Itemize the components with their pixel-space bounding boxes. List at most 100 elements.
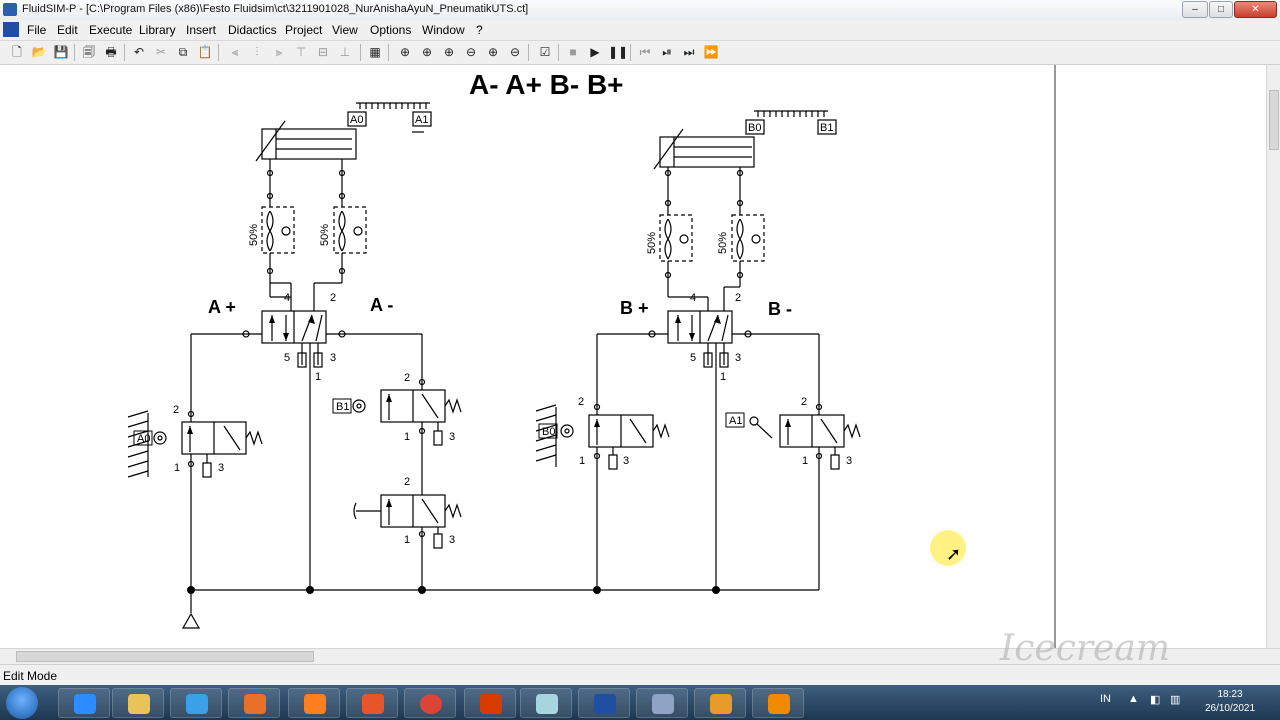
zoom-full-icon[interactable]: ⊕ [396, 44, 414, 61]
title-bar: FluidSIM-P - [C:\Program Files (x86)\Fes… [0, 0, 1280, 21]
port-1-lv-b0: 1 [579, 455, 585, 467]
taskbar-explorer[interactable] [112, 688, 164, 718]
flow-control-valve-a-right [333, 206, 367, 254]
grid-icon[interactable]: ▦ [366, 44, 384, 61]
taskbar-clock[interactable]: 18:23 26/10/2021 [1200, 688, 1260, 716]
tray-app-icon[interactable]: ◧ [1150, 693, 1160, 706]
align-bottom-icon[interactable]: ⊥ [336, 44, 354, 61]
menu-insert[interactable]: Insert [186, 23, 216, 37]
sequence-heading: A- A+ B- B+ [469, 69, 624, 100]
taskbar-notes[interactable] [520, 688, 572, 718]
port-3-start: 3 [449, 534, 455, 546]
zoom-in-icon[interactable]: ⊕ [484, 44, 502, 61]
zoom-last-icon[interactable]: ⊖ [462, 44, 480, 61]
label-a-plus: A + [208, 297, 236, 317]
step-forward-icon[interactable]: ⏭ [680, 44, 698, 61]
align-middle-icon[interactable]: ⊟ [314, 44, 332, 61]
menu-edit[interactable]: Edit [57, 23, 78, 37]
valve-tag-a1: A1 [729, 415, 742, 427]
align-left-icon[interactable]: ⫷ [226, 44, 244, 61]
pause-icon[interactable]: ❚❚ [608, 44, 628, 61]
preview-icon[interactable]: 🗐 [80, 44, 98, 61]
menu-library[interactable]: Library [139, 23, 176, 37]
port-1-a: 1 [315, 371, 321, 383]
port-3-a: 3 [330, 352, 336, 364]
play-icon[interactable]: ▶ [586, 44, 604, 61]
taskbar-screenshot-app[interactable] [346, 688, 398, 718]
clock-date: 26/10/2021 [1204, 703, 1256, 714]
vertical-scrollbar[interactable] [1266, 65, 1280, 648]
taskbar-app-orange[interactable] [228, 688, 280, 718]
toolbar: 🗋 📂 💾 🗐 🖶 ↶ ✂ ⧉ 📋 ⫷ ⫶ ⫸ ⊤ ⊟ ⊥ ▦ ⊕ ⊕ ⊕ ⊖ … [0, 41, 1280, 65]
taskbar-firefox[interactable] [288, 688, 340, 718]
network-icon[interactable]: ▥ [1170, 693, 1180, 706]
open-folder-icon[interactable]: 📂 [30, 44, 48, 61]
menu-execute[interactable]: Execute [89, 23, 132, 37]
print-icon[interactable]: 🖶 [102, 44, 120, 61]
toolbar-divider [558, 44, 559, 61]
tray-expand-icon[interactable]: ▲ [1128, 693, 1139, 705]
fast-forward-icon[interactable]: ⏩ [702, 44, 720, 61]
port-4-b: 4 [690, 292, 696, 304]
port-2-start: 2 [404, 476, 410, 488]
paste-icon[interactable]: 📋 [196, 44, 214, 61]
port-3-lv-b0: 3 [623, 455, 629, 467]
recorder-watermark: Icecream [1000, 628, 1170, 669]
port-3-b: 3 [735, 352, 741, 364]
menu-view[interactable]: View [332, 23, 358, 37]
port-1-lv-a1: 1 [802, 455, 808, 467]
zoom-fit-icon[interactable]: ⊕ [440, 44, 458, 61]
check-drawing-icon[interactable]: ☑ [536, 44, 554, 61]
toolbar-divider [630, 44, 631, 61]
label-a1: A1 [415, 114, 428, 126]
flow-control-valve-b-right [731, 214, 765, 262]
zoom-out-icon[interactable]: ⊖ [506, 44, 524, 61]
label-a0: A0 [350, 114, 363, 126]
taskbar-fluidsim[interactable] [578, 688, 630, 718]
toolbar-divider [74, 44, 75, 61]
vertical-scroll-thumb[interactable] [1269, 90, 1279, 150]
menu-window[interactable]: Window [422, 23, 465, 37]
reset-icon[interactable]: ⏮ [636, 44, 654, 61]
taskbar-monitor-app[interactable] [636, 688, 688, 718]
minimize-button[interactable]: – [1182, 1, 1208, 18]
undo-icon[interactable]: ↶ [130, 44, 148, 61]
toolbar-divider [218, 44, 219, 61]
menu-project[interactable]: Project [285, 23, 322, 37]
start-button[interactable] [6, 687, 38, 719]
taskbar-zoom[interactable] [58, 688, 110, 718]
menu-didactics[interactable]: Didactics [228, 23, 277, 37]
close-button[interactable]: ✕ [1234, 1, 1277, 18]
align-right-icon[interactable]: ⫸ [270, 44, 288, 61]
port-4-a: 4 [284, 292, 290, 304]
horizontal-scroll-thumb[interactable] [16, 651, 314, 662]
cut-icon[interactable]: ✂ [152, 44, 170, 61]
stop-icon[interactable]: ■ [564, 44, 582, 61]
toolbar-divider [360, 44, 361, 61]
flow-control-valve-b-left [659, 214, 693, 262]
zoom-window-icon[interactable]: ⊕ [418, 44, 436, 61]
menu-help[interactable]: ? [476, 23, 483, 37]
copy-icon[interactable]: ⧉ [174, 44, 192, 61]
align-top-icon[interactable]: ⊤ [292, 44, 310, 61]
toolbar-divider [528, 44, 529, 61]
taskbar-chrome[interactable] [404, 688, 456, 718]
maximize-button[interactable]: □ [1209, 1, 1233, 18]
menu-options[interactable]: Options [370, 23, 411, 37]
new-file-icon[interactable]: 🗋 [8, 44, 26, 61]
step-icon[interactable]: ⏯ [658, 44, 676, 61]
menu-file[interactable]: File [27, 23, 46, 37]
festo-document-icon[interactable] [3, 22, 19, 37]
valve-tag-b1: B1 [336, 401, 349, 413]
taskbar-vlc[interactable] [752, 688, 804, 718]
valve-tag-b0: B0 [542, 426, 555, 438]
circuit-canvas[interactable]: A- A+ B- B+ A + A - B + B - A0 A1 B0 B1 … [0, 65, 1266, 648]
port-3-lv-a1: 3 [846, 455, 852, 467]
mouse-pointer-icon: ➚ [946, 544, 962, 564]
taskbar-ie[interactable] [170, 688, 222, 718]
align-center-icon[interactable]: ⫶ [248, 44, 266, 61]
taskbar-media-app[interactable] [694, 688, 746, 718]
save-icon[interactable]: 💾 [52, 44, 70, 61]
language-indicator[interactable]: IN [1100, 693, 1111, 705]
taskbar-office[interactable] [464, 688, 516, 718]
